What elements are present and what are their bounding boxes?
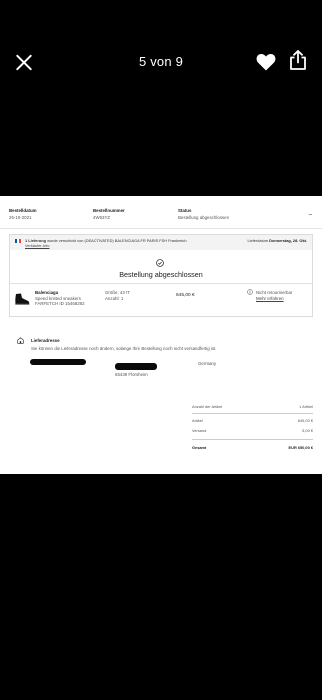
order-screenshot: Bestelldatum 25-10-2021 Bestellnummer 4W… xyxy=(0,196,322,474)
viewer-top-bar: 5 von 9 xyxy=(0,0,322,125)
info-icon xyxy=(247,289,253,295)
count-value: 1 Artikel xyxy=(299,404,313,409)
totals-divider xyxy=(192,439,313,440)
shipment-status-text: Bestellung abgeschlossen xyxy=(119,270,203,279)
delivery-date: Lieferdatum Donnerstag, 28. Okt. xyxy=(248,238,307,243)
item-size: Größe: 43 IT xyxy=(105,290,130,295)
flag-stripe-red xyxy=(19,239,21,243)
total-label: Gesamt xyxy=(192,445,207,450)
delivery-date-value: Donnerstag, 28. Okt. xyxy=(269,238,307,243)
order-status-value: Bestellung abgeschlossen xyxy=(178,215,230,220)
seller-info-link[interactable]: Verkäufer-Info xyxy=(25,243,49,248)
total-row-grand: Gesamt EUR 650,00 € xyxy=(192,445,313,451)
return-status: Nicht retournierbar xyxy=(256,290,293,295)
address-title: Lieferadresse xyxy=(31,338,60,343)
redacted-name xyxy=(30,359,86,365)
learn-more-link[interactable]: Mehr erfahren xyxy=(256,296,284,301)
items-label: Artikel xyxy=(192,418,203,423)
shipment-card: 1 Lieferung wurde verschickt von (DEACTI… xyxy=(9,234,313,317)
delivery-date-label: Lieferdatum xyxy=(247,238,270,243)
order-status-label: Status xyxy=(178,208,192,213)
item-name: Speed knitted sneakers xyxy=(35,295,81,301)
address-country: Germany xyxy=(198,361,217,366)
total-row-count: Anzahl der Artikel 1 Artikel xyxy=(192,404,313,410)
shipping-value: 5,00 € xyxy=(302,428,313,433)
collapse-button[interactable]: – xyxy=(309,212,312,218)
divider xyxy=(0,228,322,229)
shipment-status: Bestellung abgeschlossen xyxy=(10,250,312,284)
item-quantity: Anzahl: 1 xyxy=(105,295,124,301)
share-icon[interactable] xyxy=(289,50,307,70)
heart-icon[interactable] xyxy=(256,53,276,71)
address-city: 65439 Flörsheim xyxy=(115,372,148,377)
order-date: Bestelldatum 25-10-2021 xyxy=(9,208,37,220)
item-farfetch-id: FARFETCH ID 15468292 xyxy=(35,301,85,306)
sneaker-image xyxy=(15,293,30,305)
france-flag-icon xyxy=(15,239,21,243)
count-label: Anzahl der Artikel xyxy=(192,404,223,409)
item-brand: Balenciaga xyxy=(35,290,59,295)
order-status: Status Bestellung abgeschlossen xyxy=(178,208,229,220)
address-note: Sie können die Lieferadresse noch ändern… xyxy=(31,346,217,351)
order-meta: Bestelldatum 25-10-2021 Bestellnummer 4W… xyxy=(9,208,316,236)
check-circle-icon xyxy=(156,259,164,267)
order-date-value: 25-10-2021 xyxy=(9,215,32,220)
order-item[interactable]: Balenciaga Speed knitted sneakers FARFET… xyxy=(10,284,312,317)
order-number: Bestellnummer 4W63YZ xyxy=(93,208,125,220)
order-number-label: Bestellnummer xyxy=(93,208,125,213)
home-icon xyxy=(17,337,24,344)
totals-divider xyxy=(192,413,313,414)
shipment-info: 1 Lieferung wurde verschickt von (DEACTI… xyxy=(25,238,222,248)
items-value: 645,00 € xyxy=(297,418,313,423)
order-date-label: Bestelldatum xyxy=(9,208,37,213)
item-price: 645,00 € xyxy=(176,293,195,298)
shipment-header: 1 Lieferung wurde verschickt von (DEACTI… xyxy=(10,235,312,250)
total-row-items: Artikel 645,00 € xyxy=(192,418,313,424)
delivery-text: wurde verschickt von (DEACTIVATED) BALEN… xyxy=(45,238,187,243)
total-value: EUR 650,00 € xyxy=(288,445,313,450)
order-number-value: 4W63YZ xyxy=(93,215,111,220)
total-row-shipping: Versand 5,00 € xyxy=(192,428,313,434)
shipping-label: Versand xyxy=(192,428,207,433)
redacted-street xyxy=(115,363,157,370)
